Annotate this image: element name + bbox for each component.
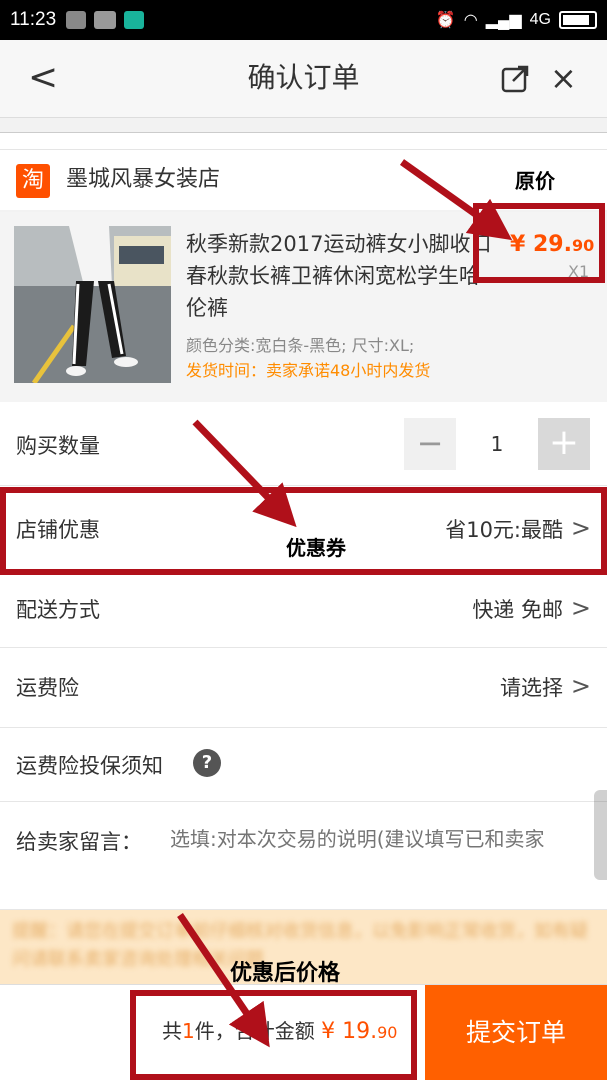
wifi-icon: ◠ xyxy=(463,12,478,29)
share-icon[interactable] xyxy=(500,62,532,94)
quantity-row: 购买数量 − 1 + xyxy=(0,402,607,486)
quantity-value[interactable]: 1 xyxy=(456,418,538,470)
annotation-box-original-price xyxy=(473,203,605,283)
divider xyxy=(0,132,607,150)
annotation-box-discounted-price xyxy=(130,990,417,1080)
help-icon[interactable]: ? xyxy=(193,749,221,777)
product-sku: 颜色分类:宽白条-黑色; 尺寸:XL; xyxy=(186,336,415,355)
close-icon[interactable]: × xyxy=(550,58,577,98)
shop-name: 墨城风暴女装店 xyxy=(66,167,221,192)
insurance-row[interactable]: 运费险 请选择 > xyxy=(0,648,607,728)
annotation-label-original-price: 原价 xyxy=(515,169,555,193)
battery-icon xyxy=(559,11,597,29)
taobao-logo-icon: 淘 xyxy=(16,164,50,198)
signal-icon: ▂▄▆ xyxy=(485,12,522,29)
quantity-stepper: − 1 + xyxy=(404,418,590,470)
app-icon xyxy=(94,11,117,29)
message-input[interactable] xyxy=(170,822,600,856)
delivery-label: 配送方式 xyxy=(16,598,100,622)
submit-order-button[interactable]: 提交订单 xyxy=(425,985,607,1080)
message-row: 给卖家留言： xyxy=(0,802,607,910)
chevron-right-icon: > xyxy=(570,672,591,700)
alarm-icon: ⏰ xyxy=(435,12,456,29)
insurance-label: 运费险 xyxy=(16,676,79,700)
delivery-row[interactable]: 配送方式 快递 免邮 > xyxy=(0,570,607,648)
shield-icon xyxy=(66,11,87,29)
status-bar: 11:23 ⏰ ◠ ▂▄▆ 4G xyxy=(0,0,607,40)
quantity-label: 购买数量 xyxy=(16,434,100,458)
insurance-value: 请选择 xyxy=(500,676,563,700)
product-image xyxy=(14,226,171,383)
nav-bar: < 确认订单 × xyxy=(0,40,607,118)
shipping-time: 发货时间：卖家承诺48小时内发货 xyxy=(186,361,431,380)
increase-button[interactable]: + xyxy=(538,418,590,470)
chevron-right-icon: > xyxy=(570,594,591,622)
annotation-box-coupon xyxy=(0,487,607,575)
message-label: 给卖家留言： xyxy=(16,830,142,854)
insurance-notice-label: 运费险投保须知 xyxy=(16,754,163,778)
annotation-label-discounted-price: 优惠后价格 xyxy=(230,961,341,986)
scan-icon xyxy=(124,11,145,29)
status-time: 11:23 xyxy=(10,9,57,30)
delivery-value: 快递 免邮 xyxy=(472,598,563,622)
annotation-label-coupon: 优惠券 xyxy=(286,536,346,560)
insurance-notice-row[interactable]: 运费险投保须知 ? xyxy=(0,728,607,802)
decrease-button[interactable]: − xyxy=(404,418,456,470)
network-type: 4G xyxy=(529,11,551,28)
product-title: 秋季新款2017运动裤女小脚收口春秋款长裤卫裤休闲宽松学生哈伦裤 xyxy=(186,232,492,320)
scroll-indicator xyxy=(594,790,607,880)
